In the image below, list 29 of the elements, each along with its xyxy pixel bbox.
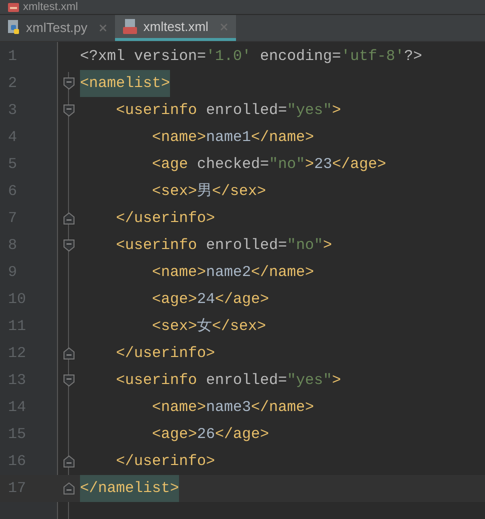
code-line: <userinfo enrolled="yes"> bbox=[116, 371, 342, 391]
editor-tab[interactable]: xmlTest.py bbox=[0, 15, 116, 41]
editor-tab[interactable]: xmltest.xml bbox=[115, 15, 236, 41]
code-line: <name>name3</name> bbox=[152, 398, 314, 418]
fold-end-icon[interactable] bbox=[63, 347, 75, 360]
code-line: <sex>男</sex> bbox=[152, 182, 266, 202]
code-line: <name>name1</name> bbox=[152, 128, 314, 148]
code-line: <userinfo enrolled="yes"> bbox=[116, 101, 342, 121]
code-line: <age>24</age> bbox=[152, 290, 270, 310]
fold-start-icon[interactable] bbox=[63, 77, 75, 90]
code-line: </userinfo> bbox=[116, 452, 216, 472]
code-line: <name>name2</name> bbox=[152, 263, 314, 283]
code-line: <sex>女</sex> bbox=[152, 317, 266, 337]
fold-end-icon[interactable] bbox=[63, 482, 75, 495]
fold-end-icon[interactable] bbox=[63, 212, 75, 225]
code-line: </userinfo> bbox=[116, 344, 216, 364]
xml-file-icon bbox=[8, 2, 19, 12]
code-line: <userinfo enrolled="no"> bbox=[116, 236, 332, 256]
window-title: xmltest.xml bbox=[23, 2, 78, 12]
code-line: <age>26</age> bbox=[152, 425, 270, 445]
fold-start-icon[interactable] bbox=[63, 104, 75, 117]
fold-start-icon[interactable] bbox=[63, 374, 75, 387]
xml-file-icon bbox=[123, 18, 140, 34]
code-line: <age checked="no">23</age> bbox=[152, 155, 386, 175]
fold-start-icon[interactable] bbox=[63, 239, 75, 252]
python-file-icon bbox=[8, 20, 22, 36]
code-line: <?xml version='1.0' encoding='utf-8'?> bbox=[80, 47, 422, 67]
code-line: </userinfo> bbox=[116, 209, 216, 229]
fold-end-icon[interactable] bbox=[63, 455, 75, 468]
